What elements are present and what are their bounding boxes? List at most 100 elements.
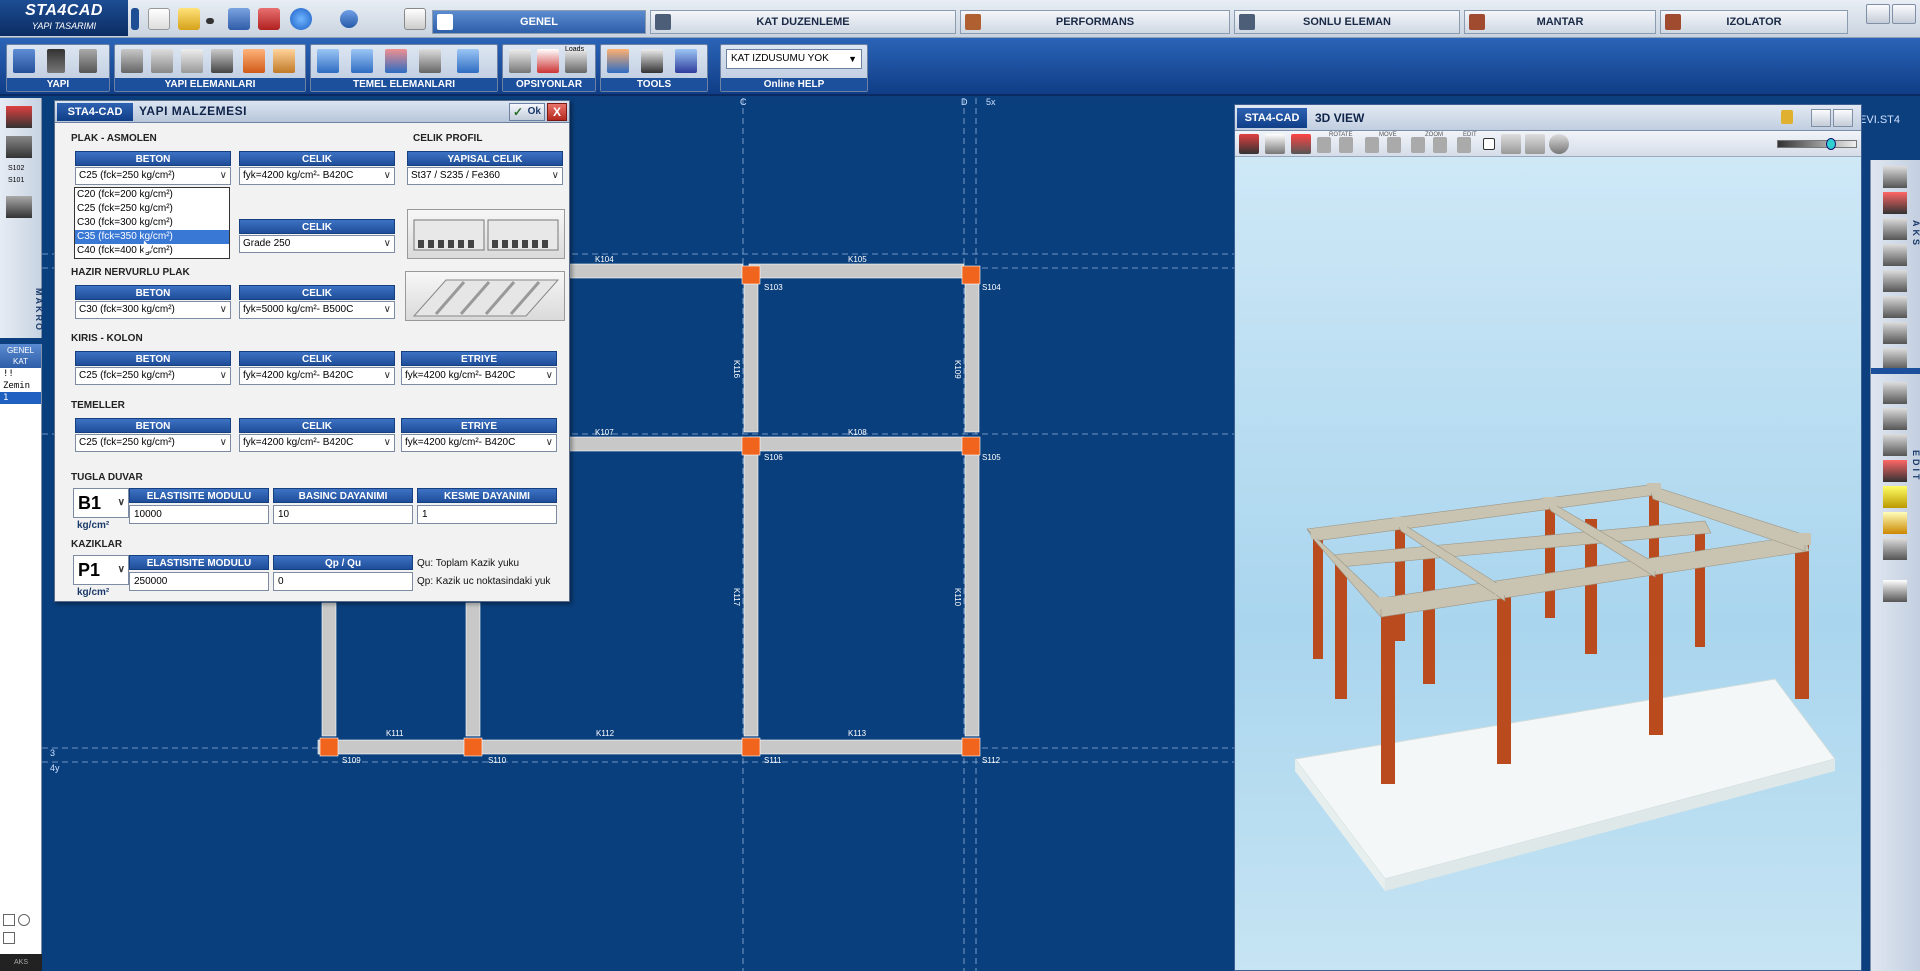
kat-row[interactable]: 1 xyxy=(0,392,41,404)
slider-knob[interactable] xyxy=(1826,138,1836,150)
kiris-beton-select[interactable]: C25 (fck=250 kg/cm²) ∨ xyxy=(75,367,231,385)
mat-foundation-icon[interactable] xyxy=(351,49,373,73)
plak-celik-select[interactable]: fyk=4200 kg/cm²- B420C ∨ xyxy=(239,167,395,185)
dimension-tool-icon[interactable] xyxy=(6,136,32,158)
temel-etriye-select[interactable]: fyk=4200 kg/cm²- B420C ∨ xyxy=(401,434,557,452)
pile-icon[interactable] xyxy=(457,49,479,73)
minimize-icon[interactable] xyxy=(1866,4,1890,24)
expand-arrow-icon[interactable] xyxy=(131,8,139,30)
save-icon[interactable] xyxy=(228,8,250,30)
checkbox[interactable] xyxy=(3,932,15,944)
magnifier-icon[interactable] xyxy=(1549,134,1569,154)
nervurlu-beton-select[interactable]: C30 (fck=300 kg/cm²) ∨ xyxy=(75,301,231,319)
group-label[interactable]: TOOLS xyxy=(601,78,707,91)
axis-point-icon[interactable] xyxy=(1883,192,1907,214)
kazik-elast-input[interactable]: 250000 xyxy=(129,572,269,591)
rotate-icon[interactable] xyxy=(1317,137,1331,153)
close-icon[interactable] xyxy=(1833,109,1853,127)
tab-sonlu-eleman[interactable]: SONLU ELEMAN xyxy=(1234,10,1460,34)
temel-celik-select[interactable]: fyk=4200 kg/cm²- B420C ∨ xyxy=(239,434,395,452)
frame-icon[interactable] xyxy=(79,49,97,73)
axis-measure-icon[interactable] xyxy=(1883,348,1907,370)
kiris-etriye-select[interactable]: fyk=4200 kg/cm²- B420C ∨ xyxy=(401,367,557,385)
checkbox[interactable] xyxy=(3,914,15,926)
building-icon[interactable] xyxy=(13,49,35,73)
tab-genel[interactable]: GENEL xyxy=(432,10,646,34)
close-button[interactable]: X xyxy=(547,103,567,121)
dropdown-option[interactable]: C20 (fck=200 kg/cm²) xyxy=(75,188,229,202)
plak-beton-select[interactable]: C25 (fck=250 kg/cm²) ∨ xyxy=(75,167,231,185)
yapisal-celik-select[interactable]: St37 / S235 / Fe360 ∨ xyxy=(407,167,563,185)
edit-pencil-icon[interactable] xyxy=(1883,580,1907,602)
dropdown-arrow-icon[interactable] xyxy=(206,18,214,24)
move-axis-icon[interactable] xyxy=(1387,137,1401,153)
home-view-icon[interactable] xyxy=(1265,134,1285,154)
maximize-icon[interactable] xyxy=(1811,109,1831,127)
beam-icon[interactable] xyxy=(121,49,143,73)
dropdown-option-highlighted[interactable]: C35 (fck=350 kg/cm²) xyxy=(75,230,229,244)
tugla-elast-input[interactable]: 10000 xyxy=(129,505,269,524)
ok-button[interactable]: ✓ Ok xyxy=(509,103,545,121)
calculator-icon[interactable] xyxy=(641,49,663,73)
mirror-element-icon[interactable] xyxy=(1883,434,1907,456)
zoom-axis-icon[interactable] xyxy=(1433,137,1447,153)
kat-izdusumu-select[interactable]: KAT IZDUSUMU YOK ▼ xyxy=(726,49,862,69)
move-icon[interactable] xyxy=(1365,137,1379,153)
axis-parallel-icon[interactable] xyxy=(1883,244,1907,266)
play-icon[interactable] xyxy=(290,8,312,30)
document-icon[interactable] xyxy=(404,8,426,30)
kat-row[interactable]: !! xyxy=(0,368,41,380)
box-select-icon[interactable] xyxy=(1483,138,1495,150)
strip-footing-icon[interactable] xyxy=(419,49,441,73)
radio-icon[interactable] xyxy=(18,914,30,926)
axis-offset-icon[interactable] xyxy=(1883,218,1907,240)
group-label[interactable]: YAPI ELEMANLARI xyxy=(115,78,305,91)
new-file-icon[interactable] xyxy=(148,8,170,30)
row2-celik-select[interactable]: Grade 250 ∨ xyxy=(239,235,395,253)
footing-icon[interactable] xyxy=(317,49,339,73)
dropdown-option[interactable]: C30 (fck=300 kg/cm²) xyxy=(75,216,229,230)
nervurlu-celik-select[interactable]: fyk=5000 kg/cm²- B500C ∨ xyxy=(239,301,395,319)
zoom-icon[interactable] xyxy=(1411,137,1425,153)
render-icon[interactable] xyxy=(1525,134,1545,154)
move-element-icon[interactable] xyxy=(1883,408,1907,430)
tab-performans[interactable]: PERFORMANS xyxy=(960,10,1230,34)
print-icon[interactable] xyxy=(258,8,280,30)
help-view-icon[interactable] xyxy=(1291,134,1311,154)
tugla-type-select[interactable]: B1 ∨ xyxy=(73,488,129,518)
undo-icon[interactable] xyxy=(340,10,358,28)
tab-kat-duzenleme[interactable]: KAT DUZENLEME xyxy=(650,10,956,34)
restore-icon[interactable] xyxy=(1892,4,1916,24)
kazik-qp-input[interactable]: 0 xyxy=(273,572,413,591)
axis-view-icon[interactable] xyxy=(1239,134,1259,154)
layers-icon[interactable] xyxy=(1501,134,1521,154)
label-element-icon[interactable] xyxy=(1883,486,1907,508)
temel-beton-select[interactable]: C25 (fck=250 kg/cm²) ∨ xyxy=(75,434,231,452)
dropdown-option[interactable]: C40 (fck=400 kg/cm²) xyxy=(75,244,229,258)
eraser-icon[interactable] xyxy=(1883,512,1907,534)
axis-grid-icon[interactable] xyxy=(47,49,65,73)
properties-icon[interactable] xyxy=(1883,538,1907,560)
tools-icon[interactable] xyxy=(607,49,629,73)
transparency-slider[interactable] xyxy=(1777,138,1857,150)
copy-element-icon[interactable] xyxy=(1883,382,1907,404)
axis-grid-icon[interactable] xyxy=(1883,322,1907,344)
section-tool-icon[interactable] xyxy=(6,196,32,218)
loads-icon[interactable]: Loads xyxy=(565,46,587,73)
query-element-icon[interactable] xyxy=(1883,460,1907,482)
brick-wall-icon[interactable] xyxy=(243,49,265,73)
axis-angle-icon[interactable] xyxy=(1883,296,1907,318)
column-icon[interactable] xyxy=(151,49,173,73)
open-folder-icon[interactable] xyxy=(178,8,200,30)
kazik-type-select[interactable]: P1 ∨ xyxy=(73,555,129,585)
axis-draw-icon[interactable] xyxy=(1883,166,1907,188)
group-label[interactable]: Online HELP xyxy=(721,78,867,91)
checklist-icon[interactable] xyxy=(537,49,559,73)
tie-beam-icon[interactable] xyxy=(385,49,407,73)
stair-icon[interactable] xyxy=(211,49,233,73)
tugla-kesme-input[interactable]: 1 xyxy=(417,505,557,524)
graph-icon[interactable] xyxy=(509,49,531,73)
grid-wall-icon[interactable] xyxy=(273,49,295,73)
books-icon[interactable] xyxy=(675,49,697,73)
slab-icon[interactable] xyxy=(181,49,203,73)
